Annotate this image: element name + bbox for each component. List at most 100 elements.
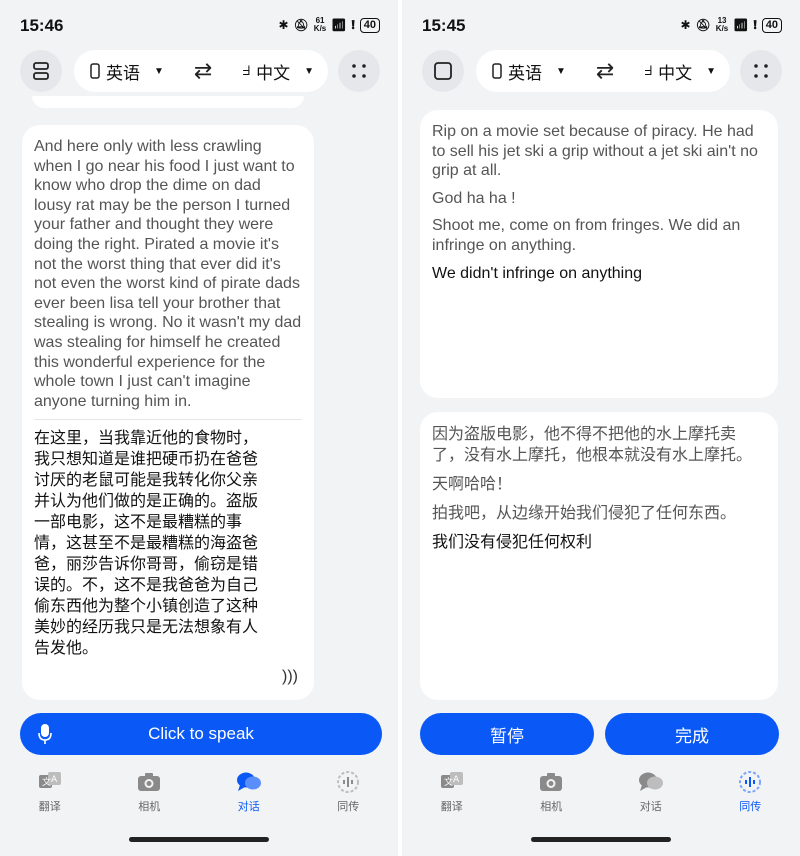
translated-line: 天啊哈哈！ (432, 476, 513, 493)
swap-icon: ⇄ (193, 58, 213, 83)
target-language-dropdown[interactable]: ᖵ 中文 ▼ (644, 59, 716, 84)
source-line: Shoot me, come on from fringes. We did a… (432, 217, 741, 254)
fullscreen-button[interactable] (740, 50, 782, 92)
done-button[interactable]: 完成 (605, 713, 779, 755)
translated-transcript: 在这里，当我靠近他的食物时，我只想知道是谁把硬币扔在爸爸讨厌的老鼠可能是我转化你… (34, 430, 259, 658)
translate-icon: 文A (439, 770, 465, 794)
expand-icon (754, 64, 768, 78)
phone-icon (492, 63, 502, 79)
source-transcript-card: Rip on a movie set because of piracy. He… (420, 110, 778, 398)
network-speed: 61 K/s (313, 16, 327, 33)
svg-text:A: A (453, 775, 460, 785)
nav-label: 同传 (337, 801, 360, 813)
nav-item-camera[interactable]: 相机 (100, 770, 200, 820)
nav-item-simultaneous[interactable]: 同传 (701, 770, 800, 820)
translated-line: 因为盗版电影，他不得不把他的水上摩托卖了，没有水上摩托，他根本就没有水上摩托。 (432, 426, 753, 464)
translate-icon: 文A (37, 770, 63, 794)
nav-item-conversation[interactable]: 对话 (199, 770, 299, 820)
conversation-icon (236, 770, 262, 794)
nav-label: 相机 (138, 801, 161, 813)
pause-label: 暂停 (490, 726, 524, 746)
nav-item-translate[interactable]: 文A 翻译 (0, 770, 100, 820)
source-language-dropdown[interactable]: 英语 ▼ (492, 59, 566, 84)
home-indicator[interactable] (129, 837, 269, 842)
source-transcript: And here only with less crawling when I … (34, 138, 302, 410)
camera-icon (538, 770, 564, 794)
expand-icon (352, 64, 366, 78)
phone-icon (90, 63, 100, 79)
caret-down-icon: ▼ (154, 65, 164, 77)
earbuds-icon: ᖵ (644, 63, 653, 78)
target-language-label: 中文 (256, 63, 291, 83)
fullscreen-button[interactable] (338, 50, 380, 92)
play-audio-button[interactable]: ))) (282, 668, 298, 686)
simultaneous-interpretation-icon (335, 770, 361, 794)
split-view-icon (33, 62, 49, 80)
nav-label: 翻译 (38, 801, 61, 813)
svg-text:文: 文 (42, 776, 51, 788)
nav-item-camera[interactable]: 相机 (502, 770, 602, 820)
translated-line: 拍我吧，从边缘开始我们侵犯了任何东西。 (432, 505, 737, 522)
pause-button[interactable]: 暂停 (420, 713, 594, 755)
click-to-speak-button[interactable]: Click to speak (20, 713, 382, 755)
swap-languages-button[interactable]: ⇄ (596, 60, 614, 82)
click-to-speak-label: Click to speak (148, 724, 254, 743)
nav-label: 相机 (540, 801, 563, 813)
nav-item-simultaneous[interactable]: 同传 (299, 770, 399, 820)
nav-label: 对话 (237, 801, 260, 813)
translation-card: 因为盗版电影，他不得不把他的水上摩托卖了，没有水上摩托，他根本就没有水上摩托。 … (420, 412, 778, 700)
language-selector: 英语 ▼ ⇄ ᖵ 中文 ▼ (476, 50, 730, 92)
status-time: 15:46 (20, 16, 64, 35)
simultaneous-interpretation-icon (737, 770, 763, 794)
nav-item-conversation[interactable]: 对话 (601, 770, 701, 820)
bluetooth-icon: ✱ (278, 18, 289, 32)
source-line: God ha ha ! (432, 189, 516, 207)
source-live-line: We didn't infringe on anything (432, 264, 643, 282)
bottom-nav: 文A 翻译 相机 对话 同传 (0, 770, 398, 820)
mute-icon: 🔕︎ (695, 18, 711, 32)
split-view-button[interactable] (20, 50, 62, 92)
nav-label: 翻译 (440, 801, 463, 813)
status-bar: 15:45 ✱ 🔕︎ 13 K/s 📶︎ ❗︎ 40 (402, 0, 800, 50)
caret-down-icon: ▼ (304, 65, 314, 77)
status-time: 15:45 (422, 16, 466, 35)
mute-icon: 🔕︎ (293, 18, 309, 32)
single-view-button[interactable] (422, 50, 464, 92)
previous-message-card (32, 96, 304, 108)
square-icon (434, 62, 452, 80)
wifi-icon: 📶︎ (733, 18, 749, 32)
phone-simultaneous-screen: 15:45 ✱ 🔕︎ 13 K/s 📶︎ ❗︎ 40 英语 ▼ ⇄ ᖵ 中文 ▼… (402, 0, 800, 856)
top-bar: 英语 ▼ ⇄ ᖵ 中文 ▼ (402, 50, 800, 92)
nav-label: 同传 (739, 801, 762, 813)
conversation-icon (638, 770, 664, 794)
svg-text:A: A (51, 775, 58, 785)
source-line: Rip on a movie set because of piracy. He… (432, 123, 758, 180)
source-language-dropdown[interactable]: 英语 ▼ (90, 59, 164, 84)
language-selector: 英语 ▼ ⇄ ᖵ 中文 ▼ (74, 50, 328, 92)
top-bar: 英语 ▼ ⇄ ᖵ 中文 ▼ (0, 50, 398, 92)
nav-item-translate[interactable]: 文A 翻译 (402, 770, 502, 820)
translated-live-line: 我们没有侵犯任何权利 (432, 534, 593, 551)
alert-icon: ❗︎ (753, 17, 757, 32)
target-language-dropdown[interactable]: ᖵ 中文 ▼ (242, 59, 314, 84)
swap-icon: ⇄ (595, 58, 615, 83)
home-indicator[interactable] (531, 837, 671, 842)
swap-languages-button[interactable]: ⇄ (194, 60, 212, 82)
svg-text:文: 文 (444, 776, 453, 788)
status-icons: ✱ 🔕︎ 61 K/s 📶︎ ❗︎ 40 (278, 16, 380, 33)
bluetooth-icon: ✱ (680, 18, 691, 32)
nav-label: 对话 (639, 801, 662, 813)
message-card: And here only with less crawling when I … (22, 125, 314, 700)
caret-down-icon: ▼ (556, 65, 566, 77)
source-language-label: 英语 (106, 63, 140, 83)
source-language-label: 英语 (508, 63, 542, 83)
wifi-icon: 📶︎ (331, 18, 347, 32)
microphone-icon (38, 724, 52, 744)
earbuds-icon: ᖵ (242, 63, 251, 78)
phone-conversation-screen: 15:46 ✱ 🔕︎ 61 K/s 📶︎ ❗︎ 40 英语 ▼ ⇄ ᖵ 中文 ▼… (0, 0, 398, 856)
bottom-nav: 文A 翻译 相机 对话 同传 (402, 770, 800, 820)
alert-icon: ❗︎ (351, 17, 355, 32)
caret-down-icon: ▼ (706, 65, 716, 77)
target-language-label: 中文 (658, 63, 693, 83)
battery-indicator: 40 (761, 17, 782, 33)
